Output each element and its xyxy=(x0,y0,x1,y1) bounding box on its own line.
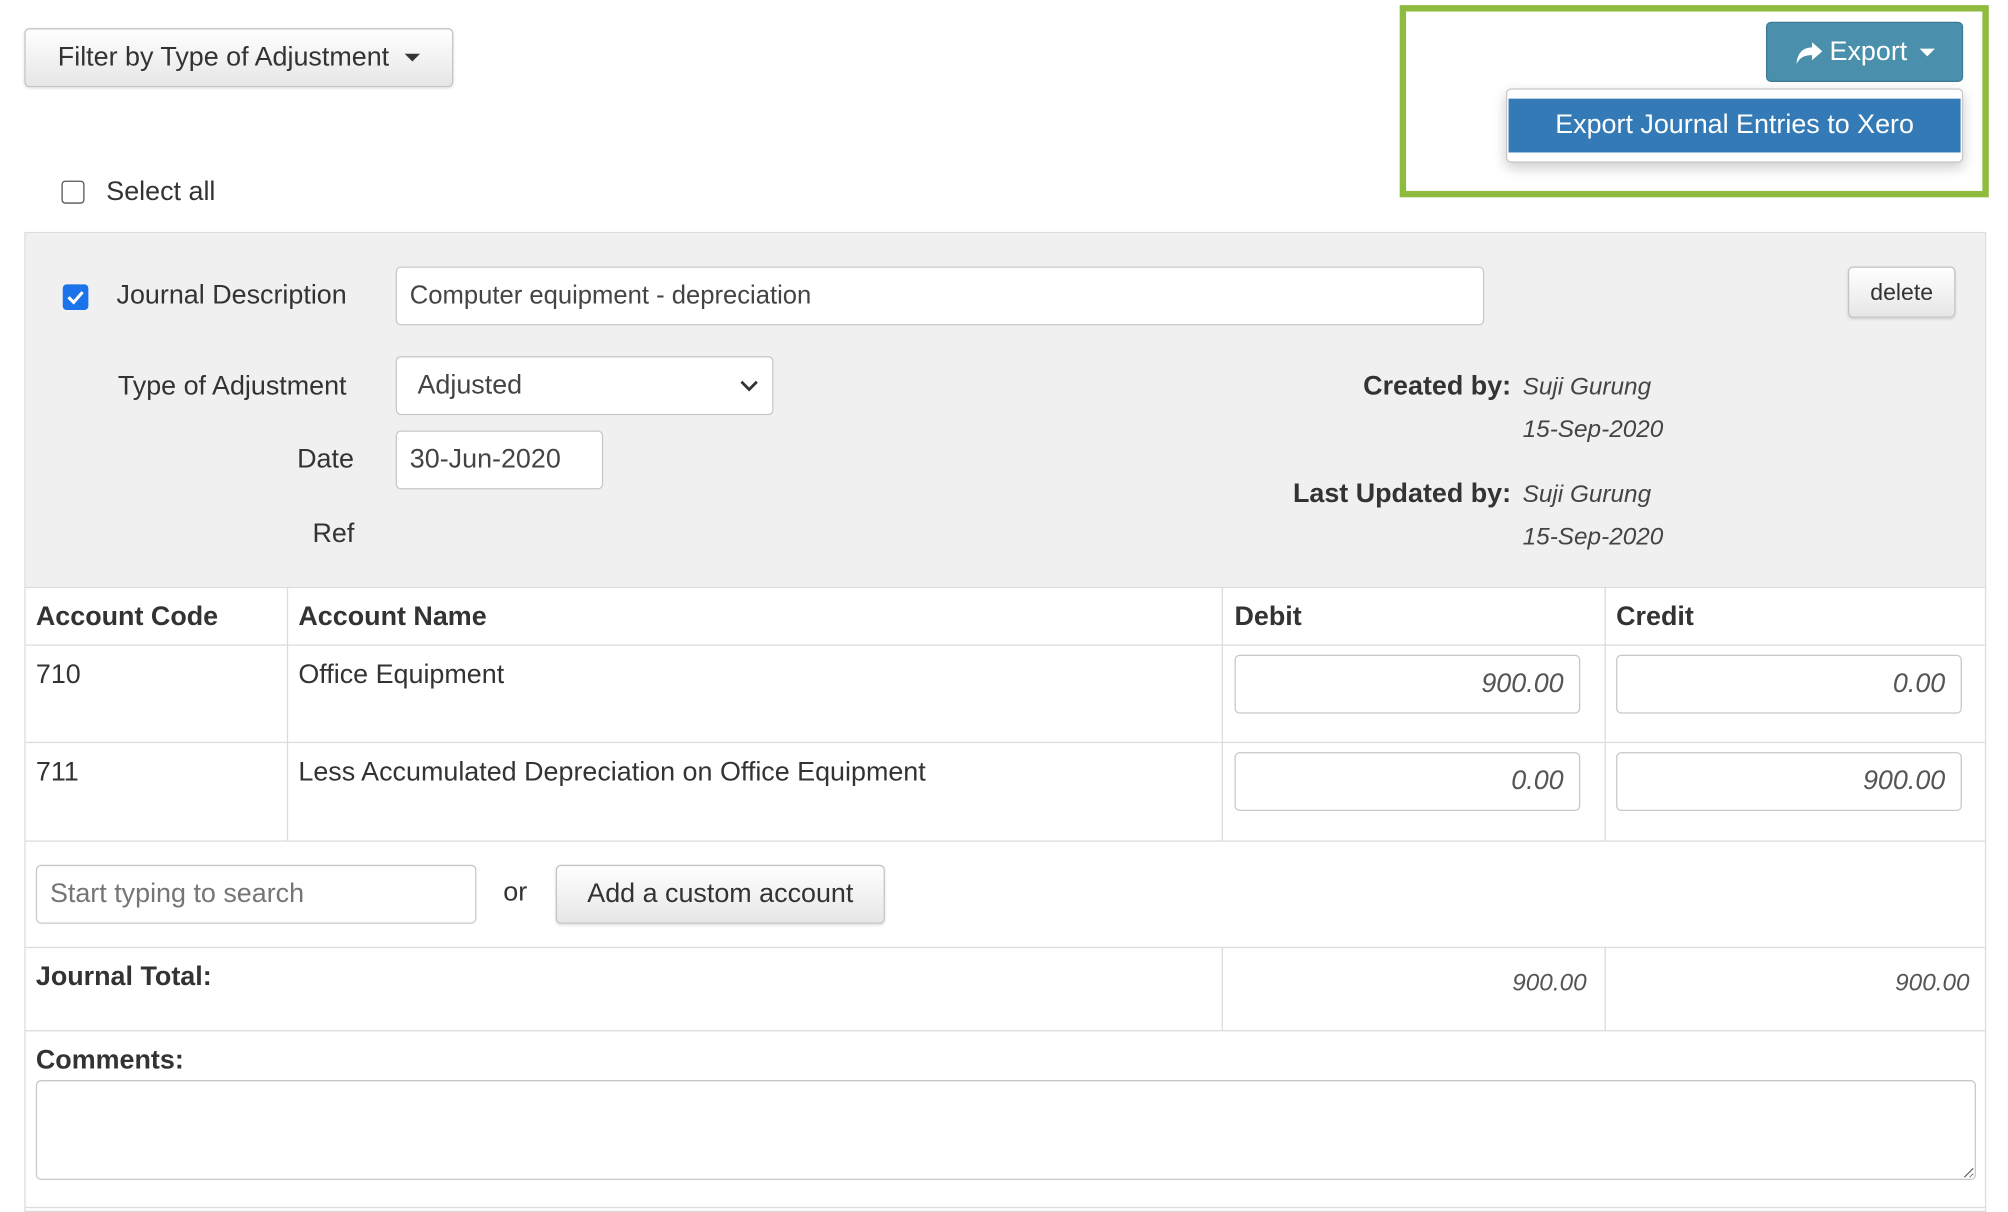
export-xero-label: Export Journal Entries to Xero xyxy=(1555,110,1914,140)
account-search-input[interactable] xyxy=(35,864,477,924)
table-divider xyxy=(1221,946,1223,1031)
chevron-down-icon xyxy=(740,380,758,392)
export-dropdown-menu: Export Journal Entries to Xero xyxy=(1505,88,1964,163)
total-credit: 900.00 xyxy=(1895,969,1970,997)
created-by-date: 15-Sep-2020 xyxy=(1522,416,1664,444)
header-account-code: Account Code xyxy=(35,602,219,632)
credit-input[interactable]: 900.00 xyxy=(1616,752,1962,811)
table-divider xyxy=(25,1206,1985,1209)
journal-description-label: Journal Description xyxy=(116,280,347,311)
header-debit: Debit xyxy=(1234,602,1302,632)
journal-description-value: Computer equipment - depreciation xyxy=(409,281,812,310)
type-of-adjustment-label: Type of Adjustment xyxy=(117,371,347,402)
table-divider xyxy=(1604,946,1606,1031)
add-custom-account-label: Add a custom account xyxy=(587,878,854,909)
account-code: 711 xyxy=(35,757,79,787)
table-divider xyxy=(1604,586,1606,841)
table-divider xyxy=(25,741,1985,744)
debit-input[interactable]: 0.00 xyxy=(1234,752,1581,811)
last-updated-by-date: 15-Sep-2020 xyxy=(1522,524,1664,551)
header-account-name: Account Name xyxy=(298,602,487,632)
table-divider xyxy=(286,586,289,841)
debit-value: 900.00 xyxy=(1481,668,1564,699)
caret-down-icon xyxy=(404,53,420,62)
select-all-label: Select all xyxy=(106,176,216,207)
created-by-label: Created by: xyxy=(1363,371,1512,402)
account-code: 710 xyxy=(35,659,81,690)
type-of-adjustment-value: Adjusted xyxy=(417,370,523,400)
checkmark-icon xyxy=(67,291,84,305)
table-divider xyxy=(25,946,1985,949)
date-label: Date xyxy=(297,444,354,475)
table-divider xyxy=(25,586,1985,589)
journal-description-input[interactable]: Computer equipment - depreciation xyxy=(395,266,1485,326)
credit-value: 0.00 xyxy=(1892,668,1946,699)
delete-journal-button[interactable]: delete xyxy=(1847,266,1956,318)
table-divider xyxy=(25,644,1985,646)
debit-input[interactable]: 900.00 xyxy=(1234,654,1581,714)
debit-value: 0.00 xyxy=(1511,766,1564,796)
table-divider xyxy=(25,840,1985,842)
export-button[interactable]: Export xyxy=(1765,21,1964,82)
created-by-name: Suji Gurung xyxy=(1522,374,1652,402)
select-all-checkbox[interactable] xyxy=(61,180,85,204)
account-name: Less Accumulated Depreciation on Office … xyxy=(298,757,926,787)
comments-label: Comments: xyxy=(35,1045,184,1075)
type-of-adjustment-select[interactable]: Adjusted xyxy=(395,356,774,416)
export-button-label: Export xyxy=(1829,36,1908,66)
add-custom-account-button[interactable]: Add a custom account xyxy=(555,864,885,924)
filter-type-button[interactable]: Filter by Type of Adjustment xyxy=(24,28,454,88)
comments-textarea[interactable] xyxy=(35,1080,1976,1180)
date-value: 30-Jun-2020 xyxy=(409,444,561,475)
caret-down-icon xyxy=(1920,48,1936,56)
credit-input[interactable]: 0.00 xyxy=(1616,654,1962,714)
last-updated-by-name: Suji Gurung xyxy=(1522,481,1652,509)
filter-type-label: Filter by Type of Adjustment xyxy=(57,42,390,72)
delete-label: delete xyxy=(1870,278,1934,305)
journal-select-checkbox[interactable] xyxy=(62,284,89,311)
journal-adjustments-page: Filter by Type of Adjustment Export Expo… xyxy=(0,0,2008,1212)
header-credit: Credit xyxy=(1616,602,1694,632)
account-name: Office Equipment xyxy=(298,659,505,690)
last-updated-by-label: Last Updated by: xyxy=(1292,479,1512,509)
credit-value: 900.00 xyxy=(1862,766,1946,796)
total-debit: 900.00 xyxy=(1512,969,1587,997)
share-arrow-icon xyxy=(1796,41,1822,64)
table-divider xyxy=(25,1030,1985,1032)
ref-label: Ref xyxy=(312,518,355,549)
date-input[interactable]: 30-Jun-2020 xyxy=(395,430,604,490)
export-xero-menu-item[interactable]: Export Journal Entries to Xero xyxy=(1508,98,1961,153)
or-text: or xyxy=(503,877,528,908)
journal-total-label: Journal Total: xyxy=(35,962,212,992)
table-divider xyxy=(1221,586,1223,841)
